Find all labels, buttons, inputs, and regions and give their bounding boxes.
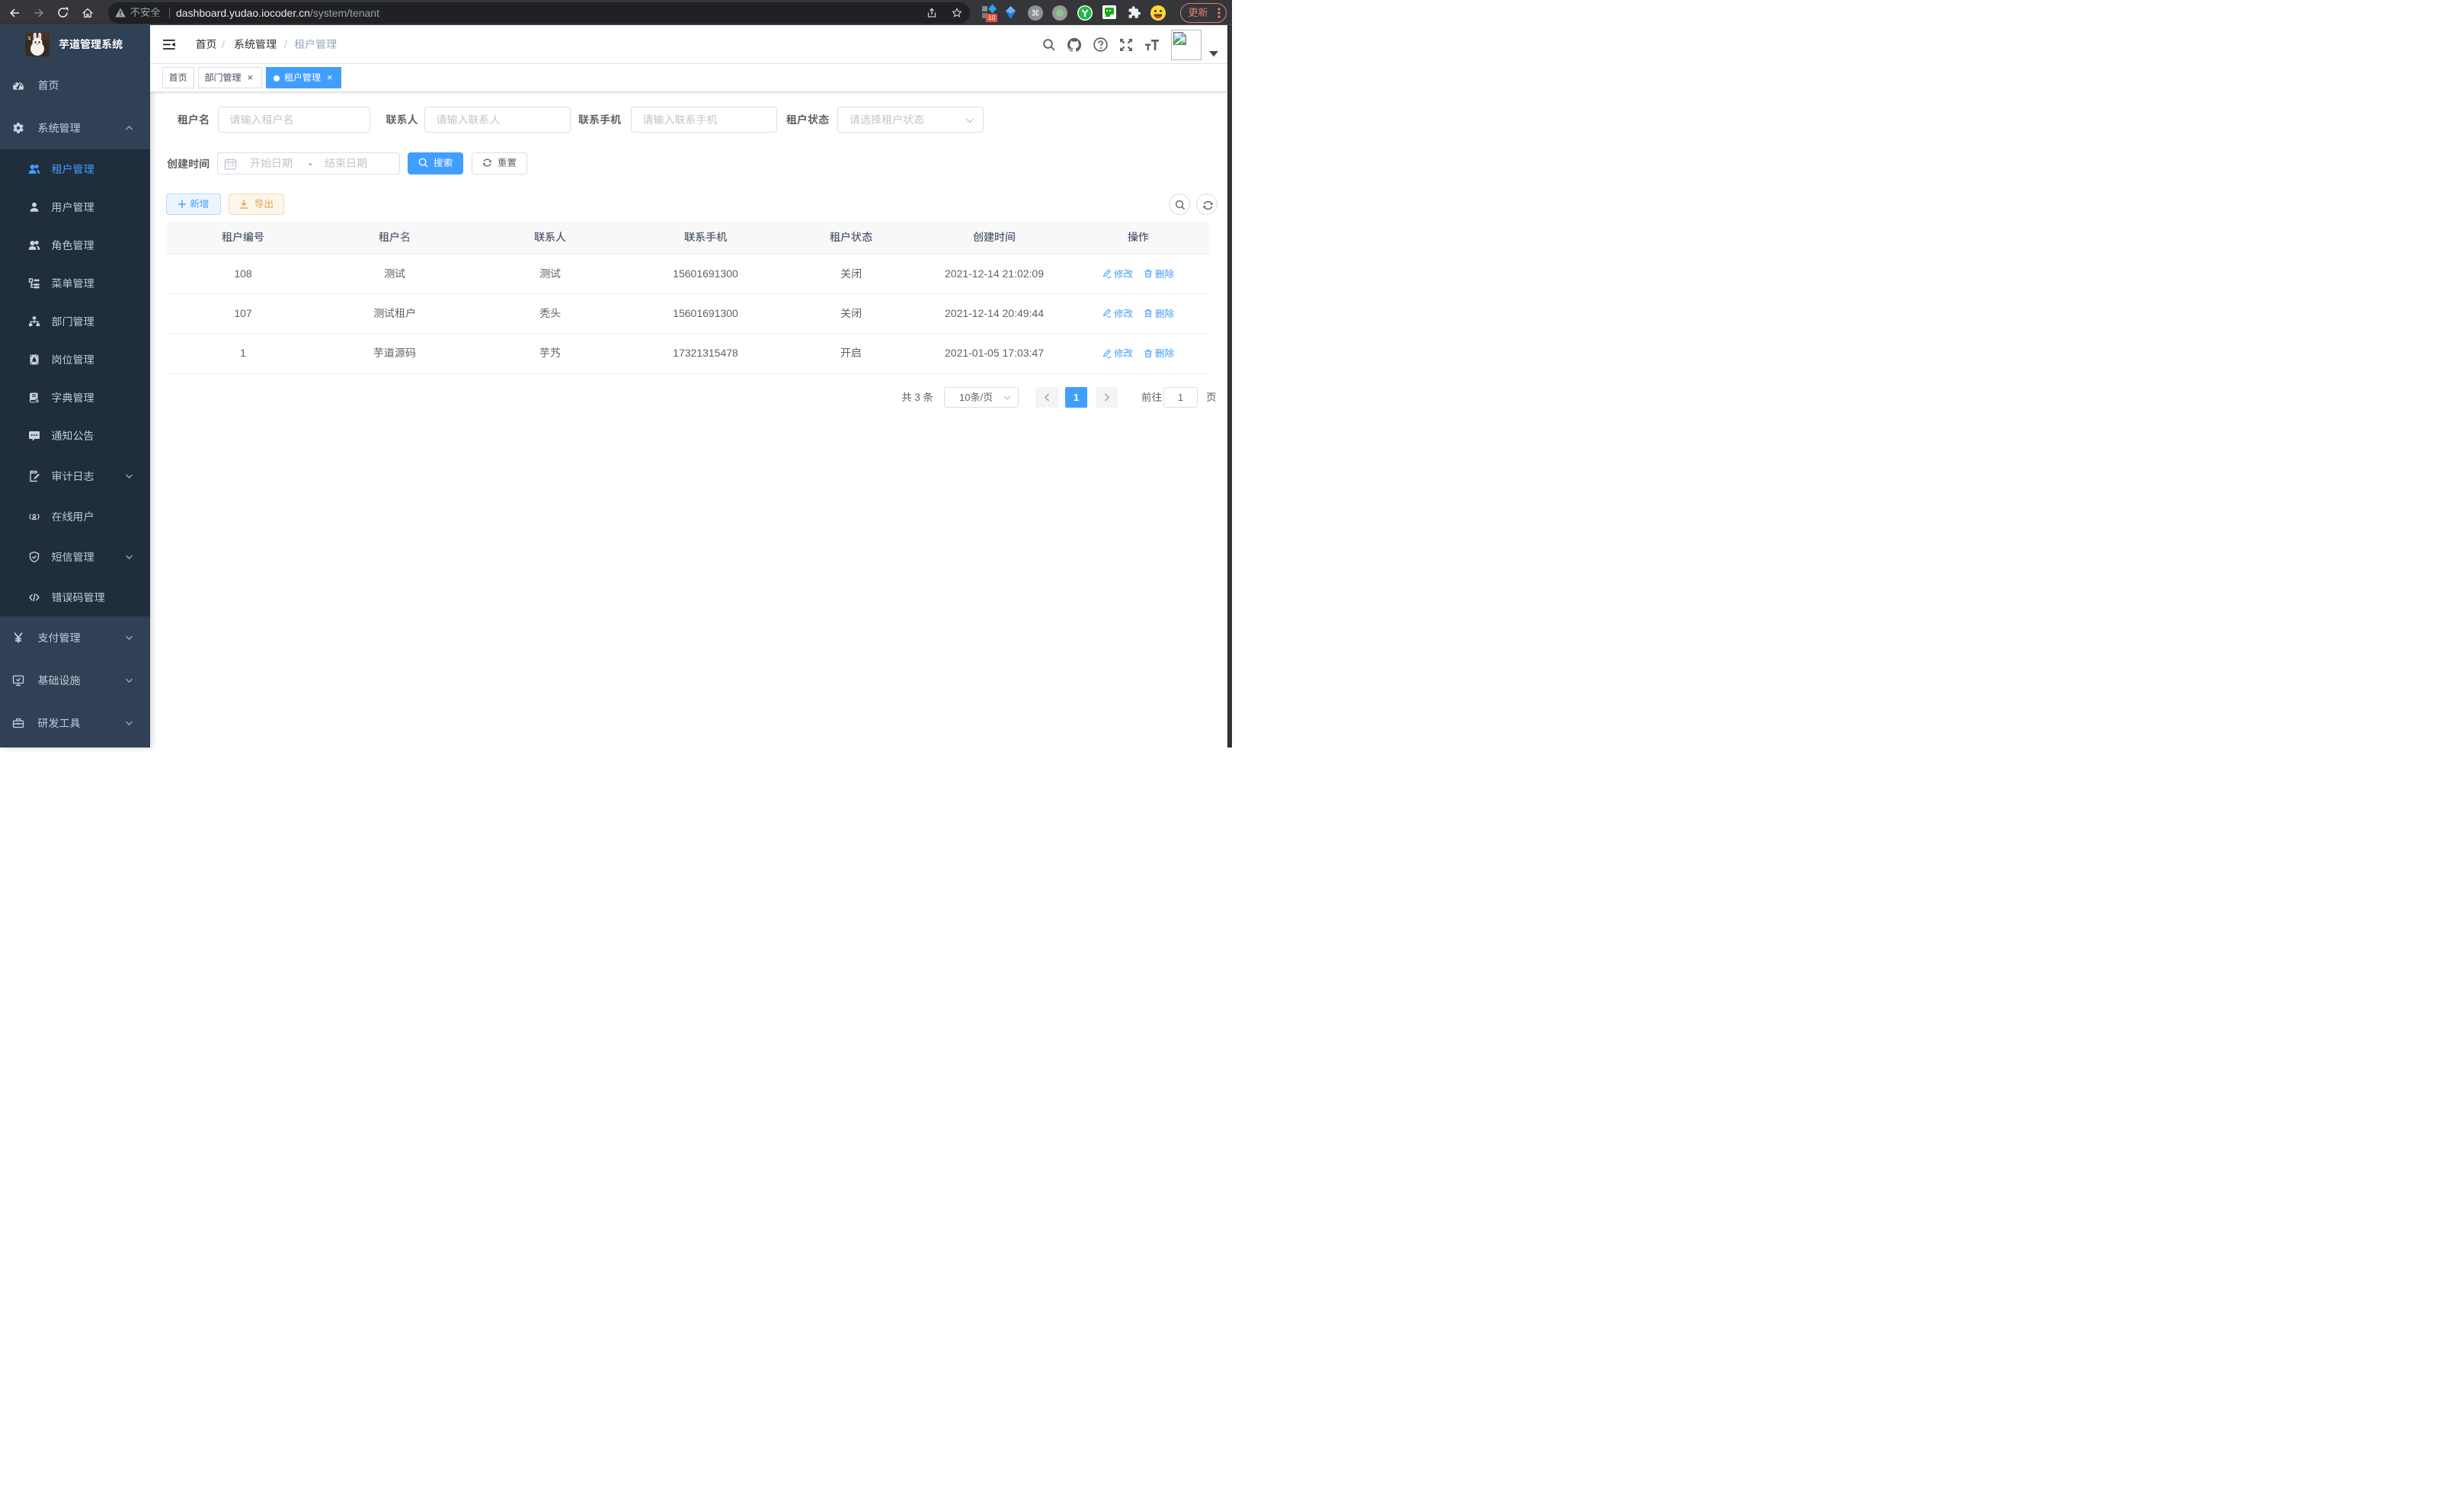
svg-text:⌘: ⌘ xyxy=(1032,9,1040,18)
